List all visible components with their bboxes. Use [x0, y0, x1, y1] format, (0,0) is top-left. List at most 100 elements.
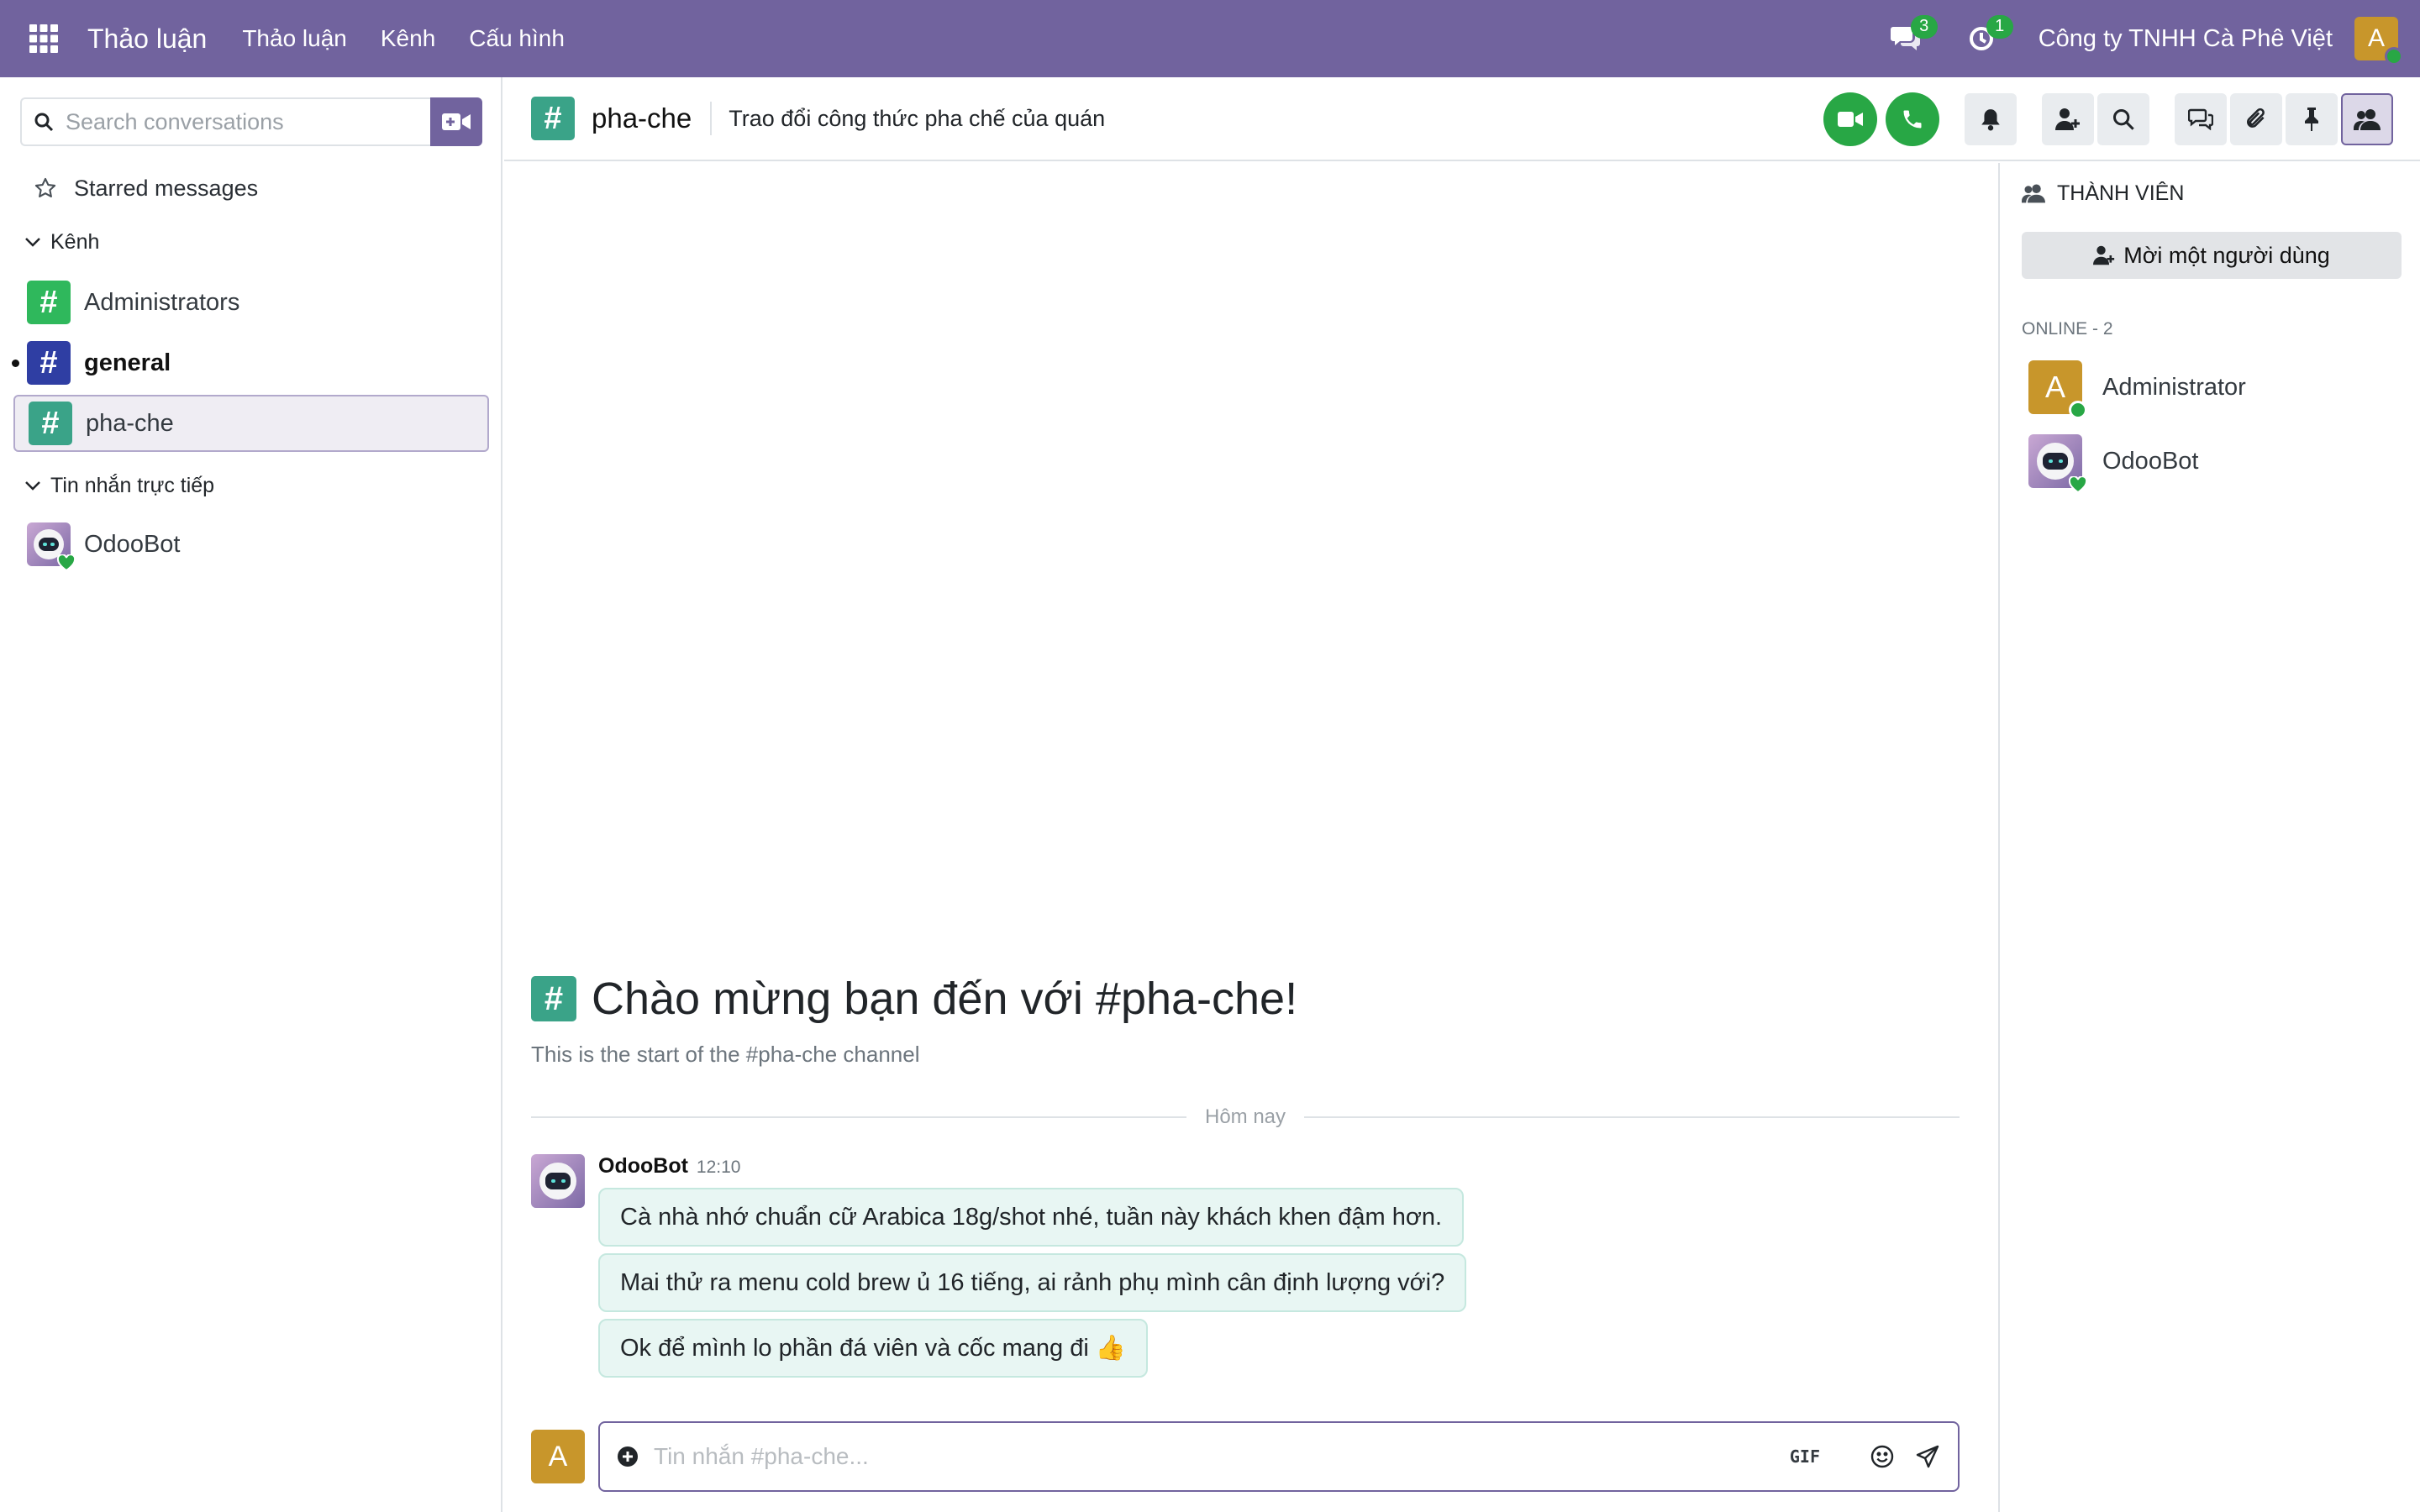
pinned-messages-button[interactable]: [2286, 93, 2338, 145]
invite-user-button[interactable]: Mời một người dùng: [2022, 232, 2402, 279]
user-plus-icon: [2093, 245, 2115, 265]
send-icon[interactable]: [1916, 1445, 1939, 1468]
composer-avatar-initial: A: [548, 1440, 568, 1473]
chevron-down-icon: [25, 238, 40, 247]
users-icon: [2354, 109, 2381, 130]
thread-header: # pha-che Trao đổi công thức pha chế của…: [504, 77, 2420, 161]
search-messages-button[interactable]: [2097, 93, 2149, 145]
message-input[interactable]: [654, 1443, 1746, 1470]
menu-thao-luan[interactable]: Thảo luận: [242, 25, 347, 52]
app-title[interactable]: Thảo luận: [87, 24, 207, 55]
direct-messages-section-header[interactable]: Tin nhắn trực tiếp: [24, 469, 214, 502]
composer-box: GIF: [598, 1421, 1960, 1492]
menu-cau-hinh[interactable]: Cấu hình: [469, 25, 565, 52]
online-status-dot: [2069, 401, 2087, 419]
composer-avatar: A: [531, 1430, 585, 1483]
dm-label: OdooBot: [84, 530, 181, 558]
channel-welcome: # Chào mừng bạn đến với #pha-che!: [531, 973, 1297, 1025]
notification-settings-button[interactable]: [1965, 93, 2017, 145]
messaging-menu-button[interactable]: 3: [1887, 15, 1938, 57]
sidebar-item-odoobot[interactable]: OdooBot: [13, 516, 489, 573]
header-actions: [1815, 92, 2393, 146]
member-avatar: A: [2028, 360, 2087, 419]
sidebar-item-administrators[interactable]: # Administrators: [13, 274, 489, 331]
message-bubble[interactable]: Ok để mình lo phần đá viên và cốc mang đ…: [598, 1319, 1148, 1378]
search-input[interactable]: [66, 108, 418, 135]
activity-menu-button[interactable]: 1: [1963, 15, 2013, 57]
odoobot-avatar: [2028, 434, 2087, 493]
sidebar-item-pha-che[interactable]: # pha-che: [13, 395, 489, 452]
apps-menu-icon[interactable]: [0, 0, 87, 77]
online-count-label: ONLINE - 2: [2022, 319, 2113, 339]
message-bubble[interactable]: Mai thử ra menu cold brew ủ 16 tiếng, ai…: [598, 1253, 1467, 1312]
emoji-icon[interactable]: [1870, 1445, 1894, 1468]
search-icon: [34, 113, 54, 132]
voice-call-button[interactable]: [1886, 92, 1939, 146]
member-item-odoobot[interactable]: OdooBot: [2028, 433, 2199, 493]
top-navbar: Thảo luận Thảo luận Kênh Cấu hình 3 1 Cô…: [0, 0, 2420, 77]
date-separator-label: Hôm nay: [1204, 1105, 1286, 1128]
thread-name[interactable]: pha-che: [592, 102, 713, 135]
search-icon: [2112, 108, 2134, 130]
channel-hash-icon: #: [27, 281, 71, 324]
odoobot-avatar: [27, 522, 76, 571]
starred-messages-label: Starred messages: [74, 175, 259, 201]
channel-hash-icon: #: [531, 97, 575, 140]
video-plus-icon: [442, 113, 471, 130]
bell-icon: [1981, 109, 2000, 131]
user-avatar-initial: A: [2367, 24, 2385, 52]
search-row: [20, 97, 482, 146]
user-avatar[interactable]: A: [2354, 17, 2403, 66]
message-author[interactable]: OdooBot: [598, 1154, 688, 1179]
message-time: 12:10: [696, 1158, 741, 1177]
composer: A GIF: [531, 1421, 1960, 1492]
sidebar: Starred messages Kênh # Administrators #…: [0, 77, 502, 1512]
channels-section-header[interactable]: Kênh: [24, 225, 99, 259]
member-item-administrator[interactable]: A Administrator: [2028, 360, 2246, 419]
sidebar-item-general[interactable]: # general: [12, 334, 489, 391]
online-status-dot: [2385, 47, 2403, 66]
message-bubble[interactable]: Cà nhà nhớ chuẩn cữ Arabica 18g/shot nhé…: [598, 1188, 1465, 1247]
member-name: OdooBot: [2102, 447, 2199, 475]
thread-description[interactable]: Trao đổi công thức pha chế của quán: [729, 106, 1105, 132]
channel-hash-icon: #: [27, 341, 71, 385]
users-icon: [2022, 184, 2045, 203]
activity-count-badge: 1: [1986, 15, 2013, 39]
add-user-button[interactable]: [2042, 93, 2094, 145]
phone-icon: [1903, 110, 1922, 129]
welcome-title: Chào mừng bạn đến với #pha-che!: [592, 974, 1298, 1024]
plus-circle-icon[interactable]: [617, 1446, 639, 1467]
member-list-button[interactable]: [2341, 93, 2393, 145]
member-name: Administrator: [2102, 373, 2246, 401]
gif-button[interactable]: GIF: [1790, 1446, 1820, 1467]
odoobot-avatar[interactable]: [531, 1154, 585, 1208]
menu-kenh[interactable]: Kênh: [381, 25, 435, 52]
video-camera-icon: [1838, 112, 1863, 127]
paperclip-icon: [2247, 108, 2265, 128]
composer-tools: GIF: [1790, 1423, 1939, 1490]
company-switcher[interactable]: Công ty TNHH Cà Phê Việt: [2039, 25, 2333, 53]
attachments-button[interactable]: [2230, 93, 2282, 145]
heart-status-icon: [57, 554, 76, 571]
channel-label: general: [84, 349, 171, 376]
message-header: OdooBot 12:10: [598, 1154, 740, 1181]
unread-indicator: [12, 360, 19, 367]
threads-button[interactable]: [2175, 93, 2227, 145]
channel-label: pha-che: [86, 409, 174, 437]
invite-user-label: Mời một người dùng: [2123, 242, 2330, 268]
pin-icon: [2305, 108, 2318, 131]
direct-messages-section-label: Tin nhắn trực tiếp: [50, 473, 215, 497]
search-box: [20, 97, 430, 146]
member-avatar-initial: A: [2044, 370, 2065, 404]
message-list[interactable]: # Chào mừng bạn đến với #pha-che! This i…: [504, 163, 1998, 1512]
starred-messages-link[interactable]: Starred messages: [34, 170, 258, 207]
start-meeting-button[interactable]: [430, 97, 482, 146]
channels-section-label: Kênh: [50, 229, 100, 254]
user-plus-icon: [2055, 108, 2080, 130]
date-separator: Hôm nay: [531, 1102, 1960, 1132]
welcome-subtitle: This is the start of the #pha-che channe…: [531, 1042, 920, 1067]
comments-icon: [2188, 108, 2213, 130]
member-panel-title: THÀNH VIÊN: [2057, 181, 2185, 205]
video-call-button[interactable]: [1823, 92, 1877, 146]
messages-count-badge: 3: [1910, 15, 1938, 39]
